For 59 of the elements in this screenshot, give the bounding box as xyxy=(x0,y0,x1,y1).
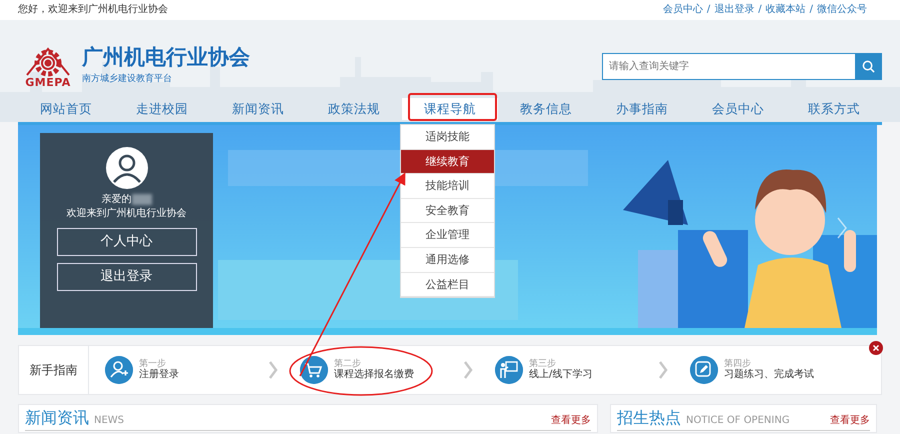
menu-item[interactable]: 技能培训 xyxy=(401,174,494,199)
separator-text: / xyxy=(810,3,813,17)
logo-text: GMEPA xyxy=(25,77,71,88)
step-number: 第二步 xyxy=(334,358,361,369)
step-number: 第四步 xyxy=(724,358,752,369)
close-icon[interactable] xyxy=(869,341,883,355)
nav-tab[interactable]: 联系方式 xyxy=(786,98,882,120)
chevron-right-icon xyxy=(268,360,278,380)
step-label: 习题练习、完成考试 xyxy=(724,369,814,382)
step-label: 课程选择报名缴费 xyxy=(334,369,414,382)
step-number: 第三步 xyxy=(529,358,556,369)
avatar-icon xyxy=(106,147,148,189)
top-link[interactable]: 会员中心 xyxy=(662,0,703,20)
user-icon xyxy=(105,356,133,384)
top-link[interactable]: 收藏本站 xyxy=(766,0,806,20)
welcome-text: 您好，欢迎来到广州机电行业协会 xyxy=(18,2,168,17)
nav-tab[interactable]: 网站首页 xyxy=(18,98,114,120)
more-link[interactable]: 查看更多 xyxy=(830,413,870,428)
menu-item[interactable]: 通用选修 xyxy=(401,248,494,273)
nav-tab[interactable]: 课程导航 xyxy=(402,98,498,120)
nav-tab[interactable]: 办事指南 xyxy=(594,98,690,120)
step-number: 第一步 xyxy=(139,358,167,369)
search-button[interactable] xyxy=(855,53,882,80)
blurred-name xyxy=(132,194,152,205)
teacher-board-icon xyxy=(495,356,523,384)
menu-item[interactable]: 企业管理 xyxy=(401,223,494,248)
search-field[interactable]: 请输入查询关键字 xyxy=(602,53,855,80)
menu-item[interactable]: 公益栏目 xyxy=(401,272,494,298)
nav-tab[interactable]: 教务信息 xyxy=(498,98,594,120)
chevron-right-icon xyxy=(658,360,668,380)
separator-text: / xyxy=(758,3,762,17)
nav-tab[interactable]: 政策法规 xyxy=(306,98,402,120)
guide-title: 新手指南 xyxy=(19,346,89,394)
site-subtitle: 南方城乡建设教育平台 xyxy=(82,73,173,86)
top-link[interactable]: 微信公众号 xyxy=(817,0,867,20)
nav-tab[interactable]: 走进校园 xyxy=(114,98,210,120)
top-link[interactable]: 退出登录 xyxy=(714,0,754,20)
nav-tab[interactable]: 会员中心 xyxy=(690,98,786,120)
chevron-right-icon xyxy=(463,360,473,380)
nav-tab[interactable]: 新闻资讯 xyxy=(210,98,306,120)
more-link[interactable]: 查看更多 xyxy=(551,413,591,428)
menu-item[interactable]: 安全教育 xyxy=(401,198,494,224)
section-title: 新闻资讯 xyxy=(25,409,89,427)
section-subtitle: NOTICE OF OPENING xyxy=(686,414,790,428)
panel-button[interactable]: 个人中心 xyxy=(56,228,196,256)
greeting-text: 亲爱的 xyxy=(102,194,132,205)
section-subtitle: NEWS xyxy=(94,414,124,428)
separator-text: / xyxy=(706,3,710,17)
menu-item[interactable]: 继续教育 xyxy=(401,150,494,174)
pencil-icon xyxy=(690,356,718,384)
step-label: 线上/线下学习 xyxy=(529,369,592,382)
site-title: 广州机电行业协会 xyxy=(82,46,250,70)
chevron-right-icon[interactable] xyxy=(837,217,847,239)
panel-button[interactable]: 退出登录 xyxy=(56,263,196,291)
step-label: 注册登录 xyxy=(139,369,179,382)
cart-icon xyxy=(300,356,328,384)
welcome-text: 欢迎来到广州机电行业协会 xyxy=(66,206,188,221)
search-icon xyxy=(862,60,875,73)
section-title: 招生热点 xyxy=(617,409,681,427)
